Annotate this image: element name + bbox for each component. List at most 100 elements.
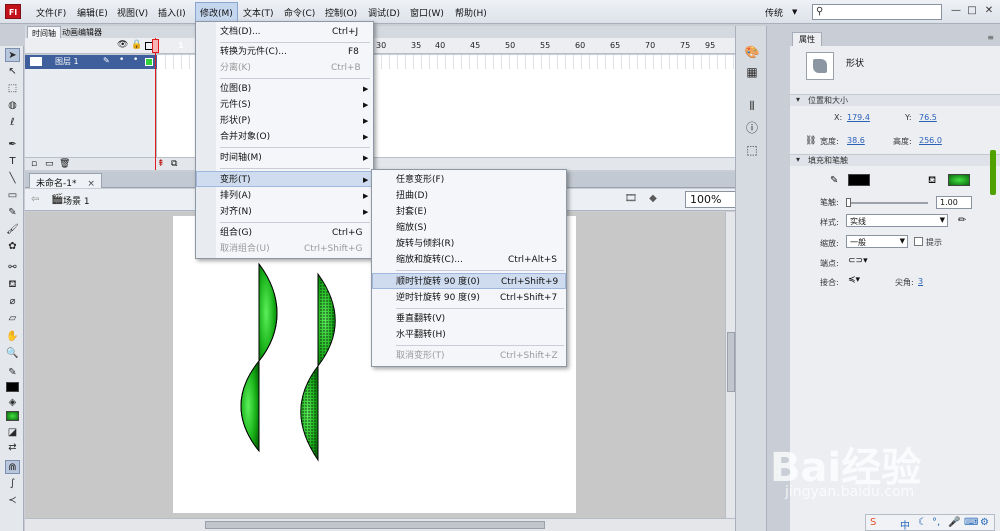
new-layer-icon[interactable]: ▫ (31, 159, 37, 169)
menu-item-remove-transform[interactable]: 取消变形(T) Ctrl+Shift+Z (372, 348, 566, 364)
menu-item-scale[interactable]: 缩放(S) (372, 220, 566, 236)
rectangle-tool-icon[interactable]: ▭ (5, 189, 20, 203)
fill-stroke-section[interactable]: 填充和笔触 (790, 154, 1000, 166)
menu-item-flip-vertical[interactable]: 垂直翻转(V) (372, 311, 566, 327)
menu-item-document[interactable]: 文档(D)... Ctrl+J (196, 24, 373, 40)
stroke-color-chip[interactable] (848, 174, 870, 186)
line-tool-icon[interactable]: ╲ (5, 172, 20, 186)
width-value[interactable]: 38.6 (847, 136, 865, 145)
scroll-thumb[interactable] (727, 332, 735, 392)
align-panel-icon[interactable]: ⫴ (744, 98, 760, 114)
menu-item-flip-horizontal[interactable]: 水平翻转(H) (372, 327, 566, 343)
menu-control[interactable]: 控制(O) (325, 6, 357, 19)
edit-scene-icon[interactable]: 🎞 (623, 193, 639, 207)
search-input[interactable] (829, 6, 939, 18)
moon-icon[interactable]: ☾ (918, 517, 927, 528)
brush-tool-icon[interactable]: 🖌 (5, 223, 20, 237)
outline-color-box[interactable] (145, 58, 153, 66)
menu-text[interactable]: 文本(T) (243, 6, 274, 19)
menu-view[interactable]: 视图(V) (117, 6, 148, 19)
black-white-icon[interactable]: ◪ (5, 426, 20, 440)
punctuation-icon[interactable]: °, (932, 517, 940, 528)
menu-item-rotate-skew[interactable]: 旋转与倾斜(R) (372, 236, 566, 252)
stroke-color-swatch[interactable] (6, 382, 19, 392)
menu-item-free-transform[interactable]: 任意变形(F) (372, 172, 566, 188)
lasso-tool-icon[interactable]: ℓ (5, 116, 20, 130)
straighten-icon[interactable]: ≺ (5, 494, 20, 508)
color-panel-icon[interactable]: 🎨 (744, 44, 760, 60)
fill-color-swatch[interactable] (6, 411, 19, 421)
horizontal-scrollbar[interactable] (25, 518, 735, 531)
menu-item-arrange[interactable]: 排列(A) ▶ (196, 188, 373, 204)
subselection-tool-icon[interactable]: ↖ (5, 65, 20, 79)
onion-skin-icon[interactable]: ⧉ (171, 159, 177, 169)
edit-symbol-icon[interactable]: ◆ (645, 193, 661, 207)
scene-name[interactable]: 场景 1 (63, 194, 90, 207)
maximize-button[interactable]: □ (964, 3, 980, 19)
paint-bucket-tool-icon[interactable]: ⛾ (5, 278, 20, 292)
fill-color-chip[interactable] (948, 174, 970, 186)
sogou-icon[interactable]: S (870, 517, 876, 528)
text-tool-icon[interactable]: T (5, 155, 20, 169)
menu-edit[interactable]: 编辑(E) (77, 6, 108, 19)
lock-dot[interactable]: • (133, 55, 138, 65)
menu-item-symbol[interactable]: 元件(S) ▶ (196, 97, 373, 113)
menu-commands[interactable]: 命令(C) (284, 6, 315, 19)
help-search[interactable]: ⚲ (812, 4, 942, 20)
position-size-section[interactable]: 位置和大小 (790, 94, 1000, 106)
menu-window[interactable]: 窗口(W) (410, 6, 444, 19)
microphone-icon[interactable]: 🎤 (948, 517, 960, 528)
zoom-tool-icon[interactable]: 🔍 (5, 347, 20, 361)
free-transform-tool-icon[interactable]: ⬚ (5, 82, 20, 96)
deco-tool-icon[interactable]: ✿ (5, 240, 20, 254)
lock-icon[interactable]: 🔒 (131, 40, 142, 50)
tab-motion-editor[interactable]: 动画编辑器 (58, 26, 106, 38)
menu-item-distort[interactable]: 扭曲(D) (372, 188, 566, 204)
tab-properties[interactable]: 属性 (792, 32, 822, 46)
playhead[interactable] (155, 38, 156, 170)
height-value[interactable]: 256.0 (919, 136, 942, 145)
style-select[interactable]: 实线 ▼ (846, 214, 948, 227)
snap-to-objects-icon[interactable]: ⋒ (5, 460, 20, 474)
lock-ratio-icon[interactable]: ⛓ (805, 136, 816, 146)
chevron-down-icon[interactable]: ▼ (792, 8, 797, 16)
layer-row[interactable]: 图层 1 ✎ • • (25, 55, 735, 69)
back-arrow-icon[interactable]: ⇦ (31, 194, 39, 205)
swatches-panel-icon[interactable]: ▦ (744, 64, 760, 80)
stroke-color-icon[interactable]: ✎ (5, 366, 20, 380)
panel-menu-icon[interactable]: ≡ (987, 33, 994, 42)
scale-select[interactable]: 一般 ▼ (846, 235, 908, 248)
layer-1[interactable]: 图层 1 ✎ • • (25, 55, 157, 69)
center-frame-icon[interactable]: ⇞ (157, 159, 165, 169)
pencil-tool-icon[interactable]: ✎ (5, 206, 20, 220)
eyedropper-tool-icon[interactable]: ⌀ (5, 295, 20, 309)
menu-item-shape[interactable]: 形状(P) ▶ (196, 113, 373, 129)
menu-file[interactable]: 文件(F) (36, 6, 66, 19)
edit-stroke-style-icon[interactable]: ✏ (958, 215, 966, 226)
panel-scroll-grip[interactable] (990, 150, 996, 195)
scroll-thumb[interactable] (205, 521, 545, 529)
join-select-icon[interactable]: ≼▾ (848, 275, 860, 285)
close-button[interactable]: ✕ (981, 3, 997, 19)
selection-tool-icon[interactable]: ➤ (5, 48, 20, 62)
miter-value[interactable]: 3 (918, 277, 923, 286)
menu-item-bitmap[interactable]: 位图(B) ▶ (196, 81, 373, 97)
menu-help[interactable]: 帮助(H) (455, 6, 487, 19)
playhead-handle[interactable] (152, 39, 159, 53)
keyboard-icon[interactable]: ⌨ (964, 517, 978, 528)
menu-item-group[interactable]: 组合(G) Ctrl+G (196, 225, 373, 241)
document-tab[interactable]: 未命名-1* × (29, 173, 102, 189)
y-value[interactable]: 76.5 (919, 113, 937, 122)
stroke-width-input[interactable]: 1.00 (936, 196, 972, 209)
cap-select-icon[interactable]: ⊂⊃▾ (848, 256, 868, 266)
ime-mode[interactable]: 中 (900, 517, 910, 531)
tab-timeline[interactable]: 时间轴 (27, 26, 61, 38)
visibility-dot[interactable]: • (119, 55, 124, 65)
stroke-slider-knob[interactable] (846, 198, 851, 207)
menu-item-break-apart[interactable]: 分离(K) Ctrl+B (196, 60, 373, 76)
workspace-switcher[interactable]: 传统 (765, 6, 783, 19)
settings-icon[interactable]: ⚙ (980, 517, 989, 528)
menu-item-ungroup[interactable]: 取消组合(U) Ctrl+Shift+G (196, 241, 373, 257)
eye-icon[interactable]: 👁 (117, 40, 128, 50)
delete-layer-icon[interactable]: 🗑 (59, 159, 70, 169)
